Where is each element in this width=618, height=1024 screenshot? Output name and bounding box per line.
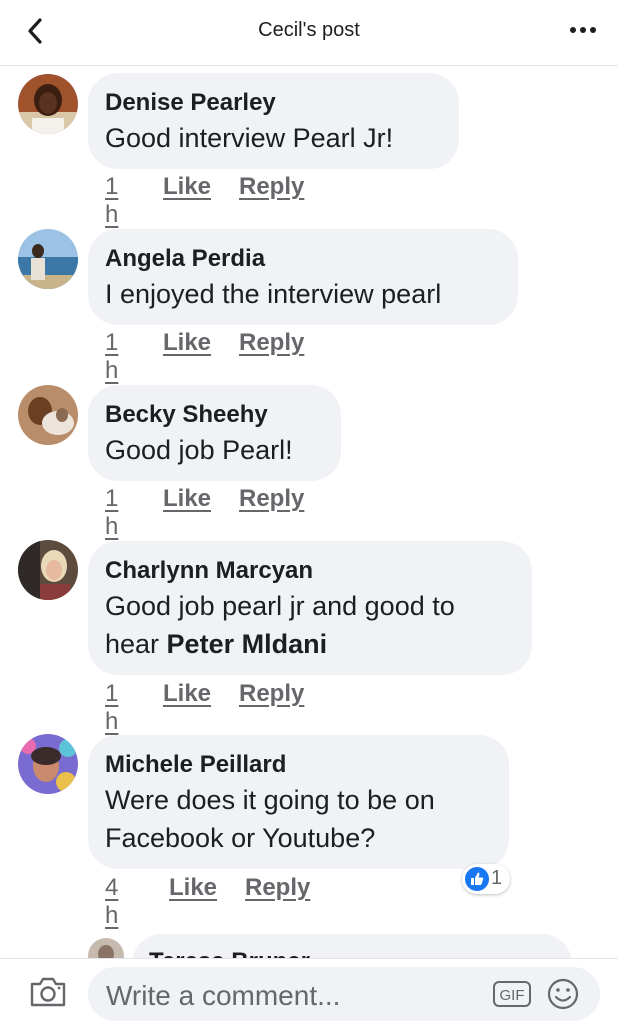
reaction-badge[interactable]: 1 [462, 864, 510, 894]
page-title: Cecil's post [258, 19, 360, 41]
like-button[interactable]: Like [163, 173, 211, 201]
avatar[interactable] [88, 938, 124, 958]
comment-bubble: Charlynn Marcyan Good job pearl jr and g… [88, 541, 532, 675]
comment-text: Good interview Pearl Jr! [105, 123, 394, 153]
comment-composer: Write a comment... GIF [0, 958, 618, 1024]
reply-button[interactable]: Reply [245, 874, 310, 902]
comment-input-placeholder: Write a comment... [106, 980, 341, 1011]
comment-bubble: Becky Sheehy Good job Pearl! [88, 385, 341, 481]
comment-text: Good job Pearl! [105, 435, 293, 465]
comment-timestamp[interactable]: 1 h [105, 680, 118, 736]
comment-text-line: hear Peter Mldani [105, 625, 514, 663]
commenter-name[interactable]: Teresa Bruner [149, 946, 554, 958]
thumbs-up-icon [465, 867, 489, 891]
comment-input[interactable]: Write a comment... GIF [88, 967, 600, 1021]
avatar[interactable] [18, 385, 78, 445]
commenter-name[interactable]: Charlynn Marcyan [105, 555, 514, 587]
like-button[interactable]: Like [163, 485, 211, 513]
gif-icon[interactable]: GIF [492, 979, 532, 1009]
comment-text-fragment: hear [105, 629, 167, 659]
reaction-count: 1 [491, 867, 503, 889]
reply-button[interactable]: Reply [239, 485, 304, 513]
top-bar: Cecil's post [0, 0, 618, 66]
like-button[interactable]: Like [169, 874, 217, 902]
comment-text: Good job pearl jr and good to hear Peter… [105, 587, 514, 663]
comment-text-line: Facebook or Youtube? [105, 823, 376, 853]
avatar[interactable] [18, 229, 78, 289]
gif-label: GIF [500, 987, 525, 1004]
avatar[interactable] [18, 734, 78, 794]
comment-timestamp[interactable]: 1 h [105, 329, 118, 385]
comment-bubble: Denise Pearley Good interview Pearl Jr! [88, 73, 459, 169]
mention-link[interactable]: Peter Mldani [167, 629, 328, 659]
comment-bubble: Angela Perdia I enjoyed the interview pe… [88, 229, 518, 325]
comment-timestamp[interactable]: 1 h [105, 173, 118, 229]
comment-text: Were does it going to be on Facebook or … [105, 781, 491, 857]
reply-button[interactable]: Reply [239, 329, 304, 357]
comment-bubble: Teresa Bruner [132, 934, 572, 958]
emoji-icon[interactable] [546, 977, 580, 1011]
avatar[interactable] [18, 74, 78, 134]
comment-timestamp[interactable]: 4 h [105, 874, 118, 930]
camera-icon[interactable] [28, 975, 68, 1009]
comment-text-line: Good job pearl jr and good to [105, 591, 455, 621]
like-button[interactable]: Like [163, 680, 211, 708]
commenter-name[interactable]: Angela Perdia [105, 243, 500, 275]
more-options-icon[interactable] [568, 20, 598, 40]
like-button[interactable]: Like [163, 329, 211, 357]
comment-text-line: Were does it going to be on [105, 785, 435, 815]
reply-button[interactable]: Reply [239, 173, 304, 201]
comment-timestamp[interactable]: 1 h [105, 485, 118, 541]
comment-bubble: Michele Peillard Were does it going to b… [88, 735, 509, 869]
commenter-name[interactable]: Becky Sheehy [105, 399, 323, 431]
avatar[interactable] [18, 540, 78, 600]
comments-list[interactable]: Denise Pearley Good interview Pearl Jr! … [0, 66, 618, 958]
commenter-name[interactable]: Michele Peillard [105, 749, 491, 781]
comment-text: I enjoyed the interview pearl [105, 279, 442, 309]
commenter-name[interactable]: Denise Pearley [105, 87, 441, 119]
reply-button[interactable]: Reply [239, 680, 304, 708]
